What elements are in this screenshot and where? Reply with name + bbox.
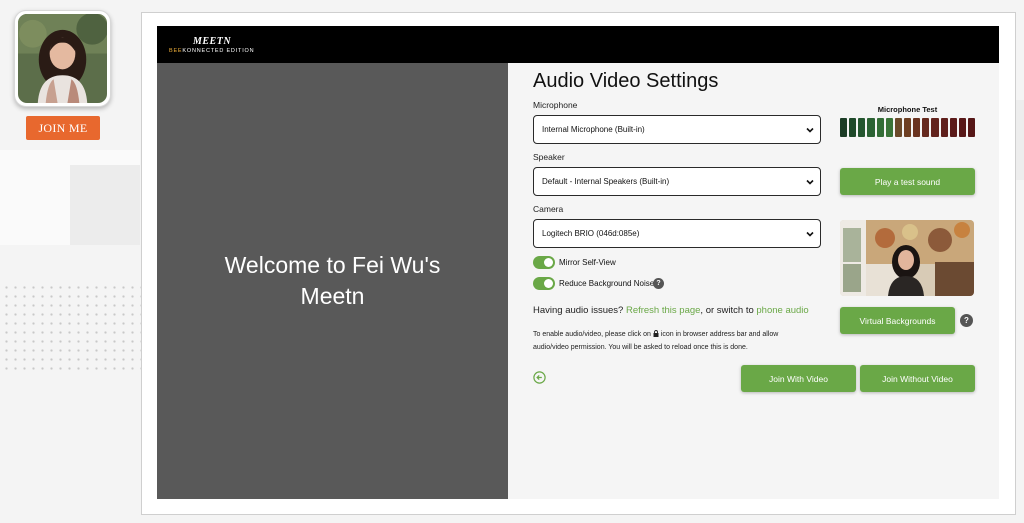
join-with-video-button[interactable]: Join With Video: [741, 365, 856, 392]
welcome-text: Welcome to Fei Wu's Meetn: [224, 252, 441, 309]
permission-note: To enable audio/video, please click on i…: [533, 328, 808, 354]
camera-label: Camera: [533, 204, 564, 214]
phone-audio-link[interactable]: phone audio: [756, 305, 808, 316]
speaker-label: Speaker: [533, 152, 565, 162]
meter-segment: [931, 118, 939, 137]
virtual-backgrounds-button[interactable]: Virtual Backgrounds: [840, 307, 955, 334]
background-panel: [70, 165, 140, 245]
chevron-down-icon: [806, 179, 814, 185]
mirror-self-view-toggle[interactable]: [533, 256, 555, 269]
page-title: Audio Video Settings: [533, 70, 719, 92]
help-icon[interactable]: ?: [653, 278, 664, 289]
camera-preview: [840, 220, 974, 296]
chevron-down-icon: [806, 127, 814, 133]
welcome-panel: Welcome to Fei Wu's Meetn: [157, 63, 508, 499]
meter-segment: [958, 118, 966, 137]
microphone-select-value: Internal Microphone (Built-in): [542, 125, 645, 134]
reduce-noise-toggle[interactable]: [533, 277, 555, 290]
play-test-sound-button[interactable]: Play a test sound: [840, 168, 975, 195]
meter-segment: [949, 118, 957, 137]
back-arrow-icon[interactable]: [533, 371, 546, 384]
meetn-logo: MEETN BEEKONNECTED EDITION: [169, 36, 254, 54]
reduce-noise-label: Reduce Background Noise: [559, 279, 655, 288]
header-bar: MEETN BEEKONNECTED EDITION: [157, 26, 999, 63]
meter-segment: [913, 118, 921, 137]
meter-segment: [858, 118, 866, 137]
microphone-test-title: Microphone Test: [877, 105, 938, 114]
microphone-select[interactable]: Internal Microphone (Built-in): [533, 115, 821, 144]
meter-segment: [849, 118, 857, 137]
join-without-video-button[interactable]: Join Without Video: [860, 365, 975, 392]
microphone-label: Microphone: [533, 100, 578, 110]
speaker-select-value: Default - Internal Speakers (Built-in): [542, 177, 670, 186]
speaker-select[interactable]: Default - Internal Speakers (Built-in): [533, 167, 821, 196]
meter-segment: [903, 118, 912, 137]
host-avatar: [14, 10, 111, 107]
logo-tagline: BEEKONNECTED EDITION: [169, 48, 255, 54]
chevron-down-icon: [806, 231, 814, 237]
lock-icon: [653, 330, 659, 337]
camera-select-value: Logitech BRIO (046d:085e): [542, 229, 640, 238]
dot-pattern: [2, 283, 142, 373]
meter-segment: [922, 118, 930, 137]
logo-wordmark: MEETN: [193, 36, 232, 47]
help-icon[interactable]: ?: [960, 314, 973, 327]
meter-segment: [894, 118, 902, 137]
refresh-page-link[interactable]: Refresh this page: [626, 305, 700, 316]
audio-issues-prefix: Having audio issues?: [533, 305, 624, 316]
meter-segment: [940, 118, 948, 137]
mirror-self-view-label: Mirror Self-View: [559, 258, 616, 267]
permission-note-start: To enable audio/video, please click on: [533, 331, 651, 338]
meter-segment: [840, 118, 848, 137]
audio-issues-text: Having audio issues? Refresh this page, …: [533, 305, 809, 316]
join-me-button[interactable]: JOIN ME: [26, 116, 100, 140]
camera-select[interactable]: Logitech BRIO (046d:085e): [533, 219, 821, 248]
microphone-level-meter: [840, 118, 976, 137]
meter-segment: [885, 118, 893, 137]
meter-segment: [867, 118, 875, 137]
host-photo: [18, 14, 107, 103]
meter-segment: [967, 118, 976, 137]
meter-segment: [876, 118, 884, 137]
camera-preview-image: [840, 220, 974, 296]
audio-issues-middle: , or switch to: [700, 305, 754, 316]
